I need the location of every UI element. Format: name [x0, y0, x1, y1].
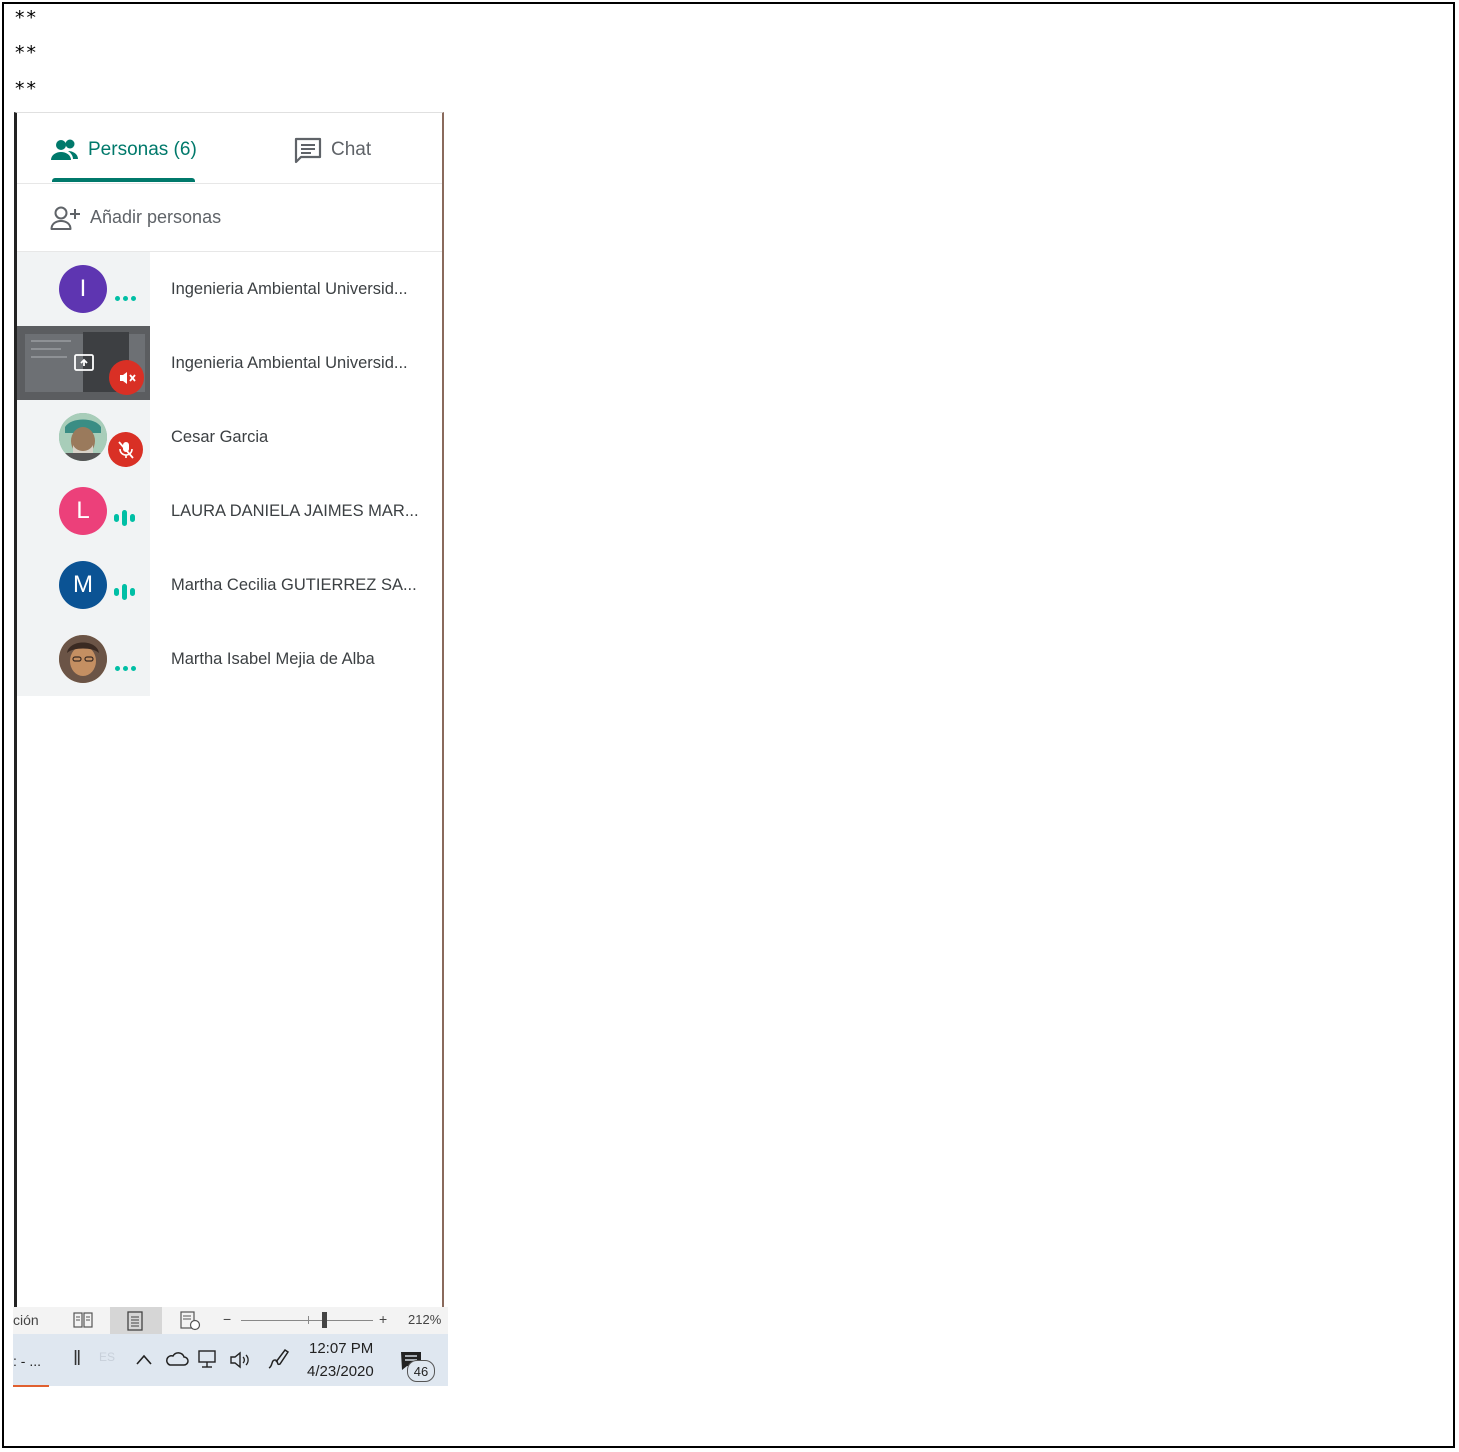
active-app-underline	[13, 1385, 49, 1387]
zoom-slider-midmark	[308, 1316, 309, 1324]
word-status-bar: ción − + 212%	[13, 1307, 448, 1334]
screen-share-thumbnail	[17, 326, 150, 400]
onedrive-cloud-icon[interactable]	[165, 1351, 189, 1367]
add-people-label: Añadir personas	[90, 207, 222, 227]
participant-name: Cesar Garcia	[171, 427, 269, 446]
status-left-text: ción	[13, 1312, 39, 1328]
avatar: I	[59, 265, 107, 313]
windows-taskbar: : - ... ‖ ES 12:07 PM 4/23/2020 46	[13, 1334, 448, 1386]
panel-tabs: Personas (6) Chat	[17, 113, 442, 184]
avatar: L	[59, 487, 107, 535]
active-tab-indicator	[52, 178, 195, 182]
participant-name: LAURA DANIELA JAIMES MAR...	[171, 501, 419, 520]
participant-thumbnail: M	[17, 548, 150, 622]
participant-list: I Ingenieria Ambiental Universid... Inge…	[17, 252, 442, 696]
clock-time[interactable]: 12:07 PM	[309, 1340, 373, 1357]
taskbar-separator-icon: ‖	[73, 1348, 82, 1370]
tab-chat-label: Chat	[331, 139, 372, 160]
print-layout-button[interactable]	[110, 1307, 162, 1334]
volume-icon[interactable]	[228, 1350, 252, 1370]
zoom-out-button[interactable]: −	[223, 1311, 231, 1327]
participant-row[interactable]: M Martha Cecilia GUTIERREZ SA...	[17, 548, 442, 622]
participant-thumbnail: L	[17, 474, 150, 548]
more-dots-icon	[115, 296, 136, 301]
mic-muted-icon	[108, 432, 143, 467]
speaker-muted-icon	[109, 360, 144, 395]
clock-date[interactable]: 4/23/2020	[307, 1363, 374, 1380]
pen-ink-icon[interactable]	[265, 1348, 291, 1372]
meet-participants-panel: Personas (6) Chat Añadir personas I Inge…	[14, 112, 444, 1309]
participant-row[interactable]: I Ingenieria Ambiental Universid...	[17, 252, 442, 326]
participant-thumbnail	[17, 400, 150, 474]
tab-people-label: Personas (6)	[88, 139, 197, 160]
web-layout-icon[interactable]	[179, 1311, 201, 1331]
tab-chat[interactable]: Chat	[293, 135, 371, 165]
taskbar-app-label[interactable]: : - ...	[13, 1353, 41, 1369]
doc-line-2: **	[14, 42, 37, 64]
participant-row[interactable]: Martha Isabel Mejia de Alba	[17, 622, 442, 696]
add-person-icon	[50, 206, 80, 230]
doc-line-3: **	[14, 78, 37, 100]
tab-people[interactable]: Personas (6)	[50, 135, 197, 165]
participant-name: Martha Cecilia GUTIERREZ SA...	[171, 575, 417, 594]
chevron-up-icon[interactable]	[135, 1352, 153, 1366]
talking-indicator-icon	[114, 584, 135, 600]
read-mode-icon[interactable]	[73, 1311, 93, 1329]
chat-icon	[294, 137, 322, 164]
print-layout-icon	[127, 1311, 143, 1331]
zoom-in-button[interactable]: +	[379, 1311, 387, 1327]
avatar-photo	[59, 635, 107, 683]
participant-thumbnail	[17, 622, 150, 696]
people-icon	[51, 139, 78, 160]
avatar-photo	[59, 413, 107, 461]
avatar: M	[59, 561, 107, 609]
more-dots-icon	[115, 666, 136, 671]
participant-name: Martha Isabel Mejia de Alba	[171, 649, 375, 668]
doc-line-1: **	[14, 7, 37, 29]
notification-count-badge: 46	[407, 1360, 435, 1382]
participant-name: Ingenieria Ambiental Universid...	[171, 353, 408, 372]
participant-row[interactable]: Cesar Garcia	[17, 400, 442, 474]
language-indicator[interactable]: ES	[99, 1350, 115, 1364]
participant-row[interactable]: L LAURA DANIELA JAIMES MAR...	[17, 474, 442, 548]
participant-name: Ingenieria Ambiental Universid...	[171, 279, 408, 298]
network-icon[interactable]	[197, 1349, 221, 1369]
zoom-level[interactable]: 212%	[408, 1312, 441, 1327]
zoom-slider-track[interactable]	[241, 1320, 373, 1321]
zoom-slider-thumb[interactable]	[322, 1312, 327, 1328]
add-people-button[interactable]: Añadir personas	[17, 184, 442, 252]
talking-indicator-icon	[114, 510, 135, 526]
participant-thumbnail: I	[17, 252, 150, 326]
present-screen-icon	[74, 354, 94, 371]
participant-row[interactable]: Ingenieria Ambiental Universid...	[17, 326, 442, 400]
